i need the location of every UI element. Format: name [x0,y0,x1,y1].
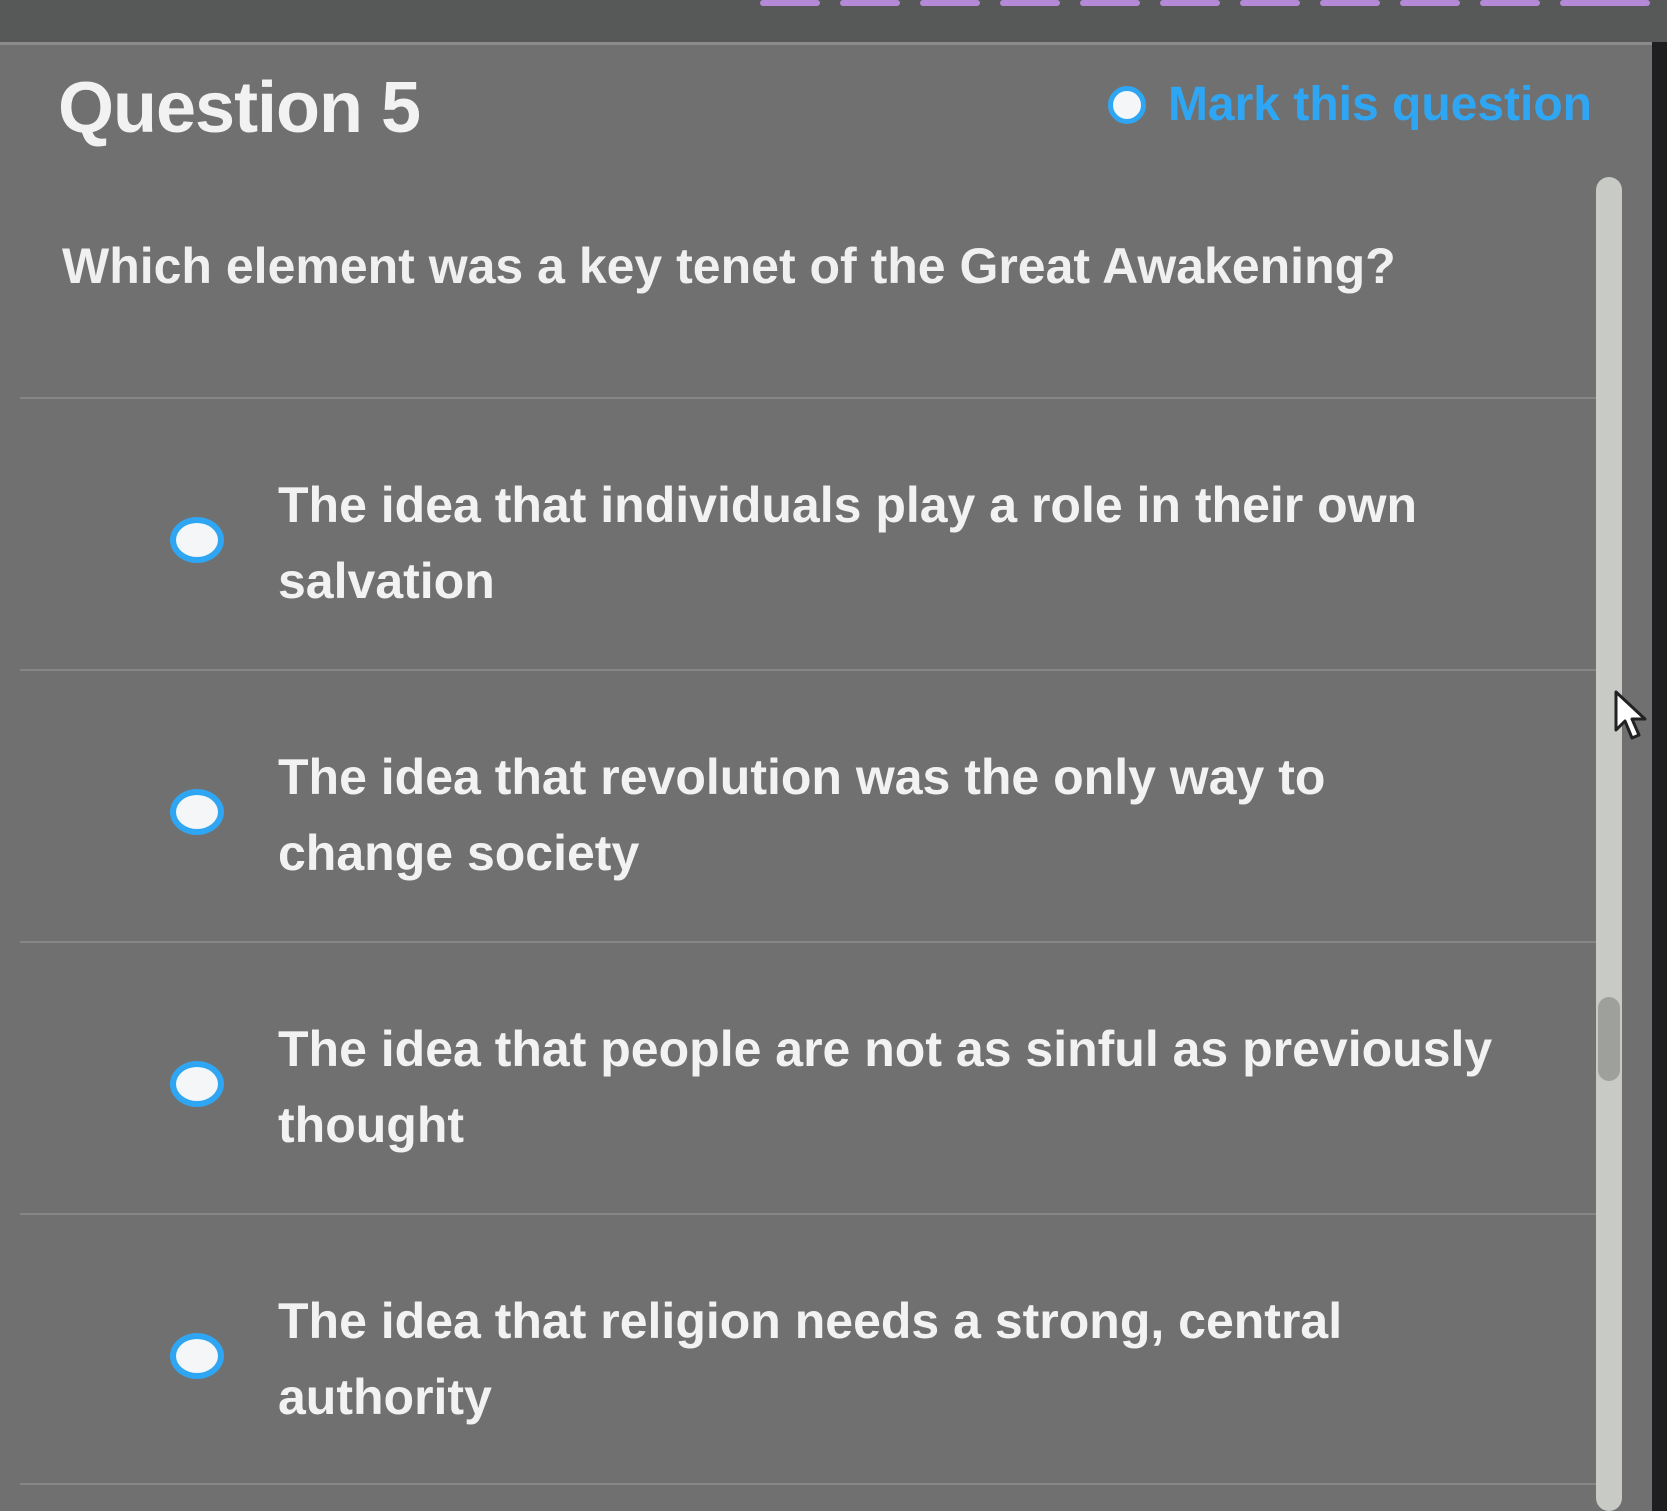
mouse-cursor-icon [1614,690,1647,740]
answer-option-a[interactable]: The idea that individuals play a role in… [20,397,1620,669]
scrollbar-thumb[interactable] [1598,997,1620,1081]
radio-unselected-icon[interactable] [170,1333,224,1379]
progress-segment [1080,0,1140,6]
answer-option-c[interactable]: The idea that people are not as sinful a… [20,941,1620,1213]
radio-unselected-icon[interactable] [170,1061,224,1107]
radio-unselected-icon[interactable] [170,517,224,563]
question-prompt: Which element was a key tenet of the Gre… [62,238,1396,294]
progress-segment [920,0,980,6]
answer-option-text: The idea that revolution was the only wa… [278,749,1326,881]
radio-unselected-icon[interactable] [170,789,224,835]
progress-segment [1400,0,1460,6]
answer-option-text: The idea that people are not as sinful a… [278,1021,1493,1153]
radio-unselected-icon[interactable] [1107,85,1146,124]
progress-segment [1480,0,1540,6]
answer-option-text: The idea that religion needs a strong, c… [278,1293,1343,1425]
question-panel: Question 5 Mark this question Which elem… [0,42,1652,1511]
answer-option-text: The idea that individuals play a role in… [278,477,1418,609]
progress-segment [1320,0,1380,6]
mark-question-button[interactable]: Mark this question [1107,77,1592,132]
question-title: Question 5 [58,68,421,148]
question-header: Question 5 Mark this question [58,63,1592,153]
progress-segment [1560,0,1650,6]
progress-segment [1160,0,1220,6]
answer-options: The idea that individuals play a role in… [20,397,1620,1485]
answer-option-d[interactable]: The idea that religion needs a strong, c… [20,1213,1620,1485]
progress-segment [840,0,900,6]
progress-segment [1240,0,1300,6]
progress-segment [1000,0,1060,6]
mark-question-label: Mark this question [1167,78,1592,131]
progress-strip [0,0,1667,42]
progress-segment [760,0,820,6]
scrollbar-track[interactable] [1596,177,1622,1511]
answer-option-b[interactable]: The idea that revolution was the only wa… [20,669,1620,941]
